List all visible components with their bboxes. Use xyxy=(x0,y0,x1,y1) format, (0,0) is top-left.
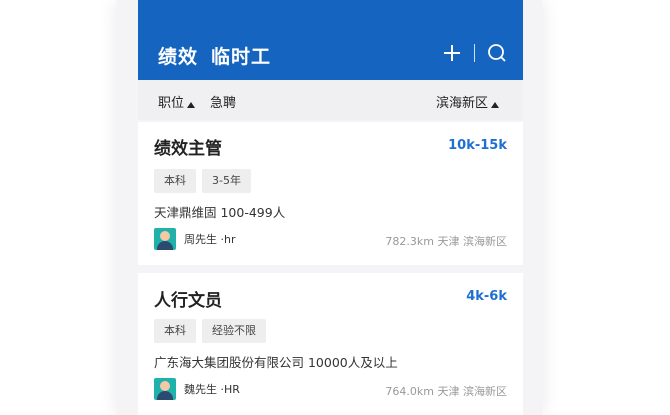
company-info: 天津鼎维固 100-499人 xyxy=(154,205,286,220)
filter-position-label: 职位 xyxy=(158,96,185,111)
app-header: 绩效 临时工 xyxy=(138,0,523,80)
recruiter: 魏先生 ·HR xyxy=(154,378,240,400)
job-tags: 本科 经验不限 xyxy=(154,319,266,343)
company-info: 广东海大集团股份有限公司 10000人及以上 xyxy=(154,355,398,370)
avatar xyxy=(154,378,176,400)
job-salary: 10k-15k xyxy=(448,138,507,153)
search-icon[interactable] xyxy=(485,41,509,65)
job-card[interactable]: 人行文员 4k-6k 本科 经验不限 广东海大集团股份有限公司 10000人及以… xyxy=(138,273,523,415)
caret-icon xyxy=(187,101,196,108)
caret-icon xyxy=(491,101,499,108)
header-actions xyxy=(440,41,509,65)
filter-urgent-label: 急聘 xyxy=(210,96,237,111)
job-title: 人行文员 xyxy=(154,291,222,311)
filter-area-label: 滨海新区 xyxy=(435,96,488,111)
recruiter-name: 魏先生 ·HR xyxy=(184,383,240,396)
plus-icon[interactable] xyxy=(440,41,464,65)
tab-performance[interactable]: 绩效 xyxy=(158,42,198,69)
tab-temporary[interactable]: 临时工 xyxy=(211,42,271,69)
phone-screen: 绩效 临时工 职位 急聘 滨海新区 绩效主管 10k-15k 本科 3-5年 天… xyxy=(117,0,542,415)
job-title: 绩效主管 xyxy=(154,139,222,159)
job-location: 782.3km 天津 滨海新区 xyxy=(385,235,507,248)
filter-urgent[interactable]: 急聘 xyxy=(210,92,236,111)
job-tag: 本科 xyxy=(154,319,196,343)
job-salary: 4k-6k xyxy=(466,289,507,304)
filter-position[interactable]: 职位 xyxy=(158,92,196,111)
job-card[interactable]: 绩效主管 10k-15k 本科 3-5年 天津鼎维固 100-499人 周先生 … xyxy=(138,122,523,265)
avatar xyxy=(154,228,176,250)
job-tag: 经验不限 xyxy=(202,319,266,343)
job-tag: 3-5年 xyxy=(202,169,251,193)
recruiter-name: 周先生 ·hr xyxy=(184,233,236,246)
job-tags: 本科 3-5年 xyxy=(154,169,251,193)
job-tag: 本科 xyxy=(154,169,196,193)
header-tabs: 绩效 临时工 xyxy=(158,42,271,69)
header-divider xyxy=(474,44,475,62)
filter-area[interactable]: 滨海新区 xyxy=(436,92,499,111)
recruiter: 周先生 ·hr xyxy=(154,228,236,250)
filter-bar: 职位 急聘 滨海新区 xyxy=(138,80,523,120)
job-location: 764.0km 天津 滨海新区 xyxy=(385,385,507,398)
